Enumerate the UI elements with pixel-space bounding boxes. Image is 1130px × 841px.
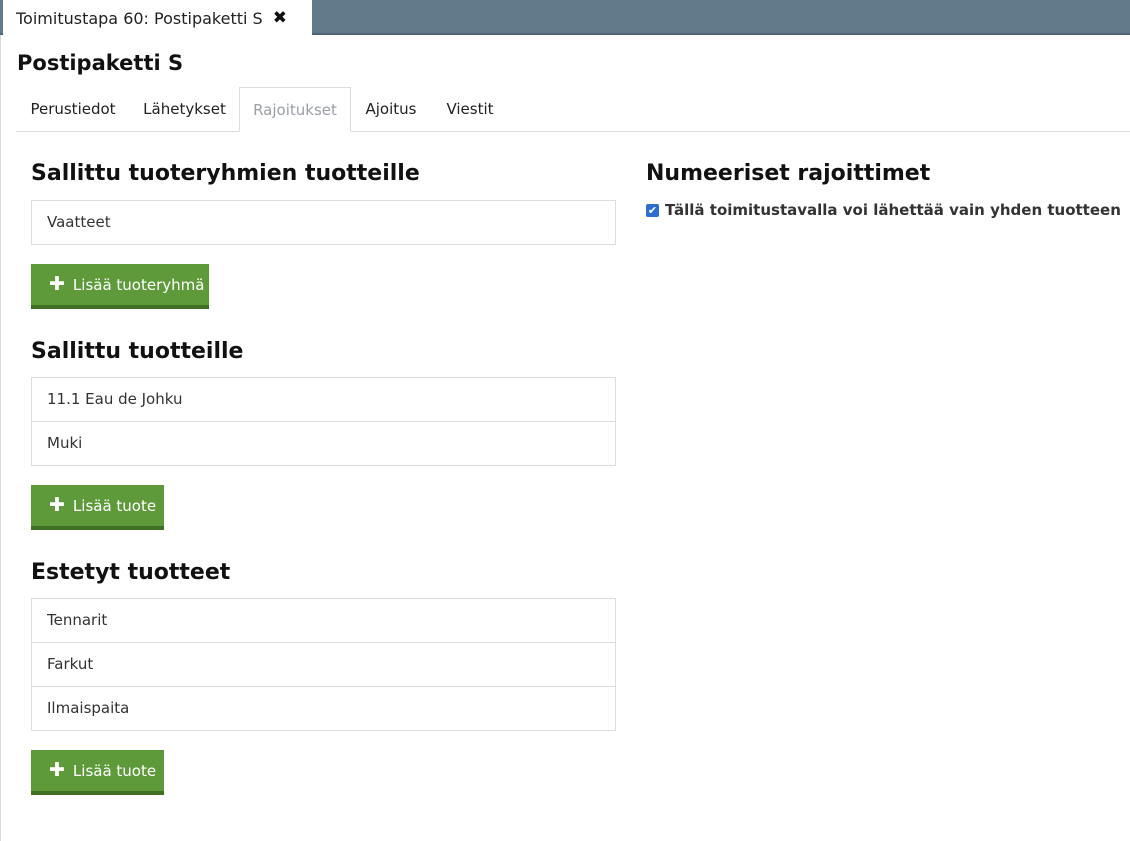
plus-icon: ✚: [49, 273, 65, 295]
list-item[interactable]: Tennarit: [32, 599, 615, 643]
list-item[interactable]: Ilmaispaita: [32, 687, 615, 730]
tab-perustiedot[interactable]: Perustiedot: [16, 87, 130, 131]
add-blocked-product-button[interactable]: ✚ Lisää tuote: [31, 750, 164, 795]
document-tab[interactable]: Toimitustapa 60: Postipaketti S ✖: [3, 0, 312, 36]
add-blocked-product-button-label: Lisää tuote: [72, 761, 157, 780]
single-product-checkbox[interactable]: ✔: [646, 203, 659, 217]
list-item[interactable]: Vaatteet: [32, 201, 615, 244]
tab-bar: Perustiedot Lähetykset Rajoitukset Ajoit…: [16, 87, 1130, 132]
single-product-checkbox-label[interactable]: Tällä toimitustavalla voi lähettää vain …: [665, 201, 1121, 219]
document-tab-title: Toimitustapa 60: Postipaketti S: [16, 8, 263, 28]
plus-icon: ✚: [49, 494, 65, 516]
tab-ajoitus[interactable]: Ajoitus: [351, 87, 431, 131]
panel-border: [0, 35, 1, 841]
add-product-group-button[interactable]: ✚ Lisää tuoteryhmä: [31, 264, 209, 309]
checkmark-icon: ✔: [647, 203, 658, 217]
tab-rajoitukset[interactable]: Rajoitukset: [239, 87, 351, 132]
allowed-products-list: 11.1 Eau de Johku Muki: [31, 377, 616, 466]
plus-icon: ✚: [49, 759, 65, 781]
add-allowed-product-button[interactable]: ✚ Lisää tuote: [31, 485, 164, 530]
add-product-group-button-label: Lisää tuoteryhmä: [72, 275, 205, 294]
tab-viestit[interactable]: Viestit: [431, 87, 509, 131]
allowed-groups-list: Vaatteet: [31, 200, 616, 245]
list-item[interactable]: 11.1 Eau de Johku: [32, 378, 615, 422]
add-allowed-product-button-label: Lisää tuote: [72, 496, 157, 515]
numeric-limits-heading: Numeeriset rajoittimet: [646, 161, 931, 186]
close-icon[interactable]: ✖: [273, 9, 287, 27]
blocked-products-list: Tennarit Farkut Ilmaispaita: [31, 598, 616, 731]
blocked-products-heading: Estetyt tuotteet: [31, 560, 231, 585]
single-product-option: ✔ Tällä toimitustavalla voi lähettää vai…: [646, 201, 1121, 219]
list-item[interactable]: Farkut: [32, 643, 615, 687]
list-item[interactable]: Muki: [32, 422, 615, 465]
allowed-products-heading: Sallittu tuotteille: [31, 339, 244, 364]
allowed-groups-heading: Sallittu tuoteryhmien tuotteille: [31, 161, 420, 186]
tab-lahetykset[interactable]: Lähetykset: [130, 87, 239, 131]
page-title: Postipaketti S: [17, 51, 184, 75]
